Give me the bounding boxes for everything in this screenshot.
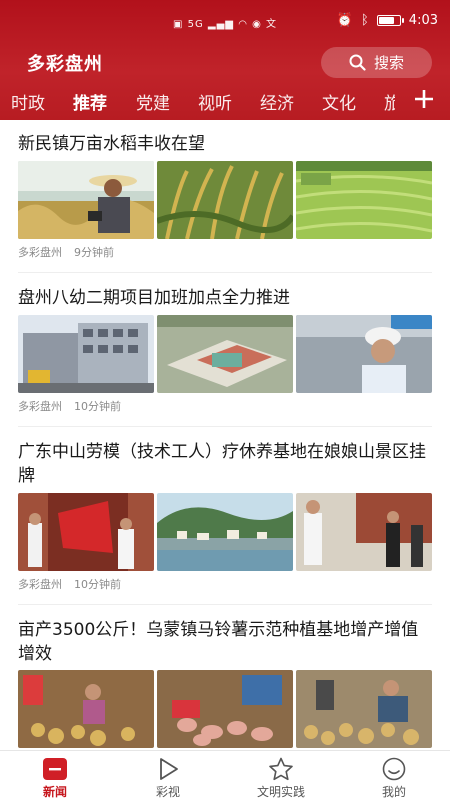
search-label: 搜索 — [373, 54, 404, 72]
article-image[interactable] — [296, 161, 432, 239]
smile-icon — [382, 757, 406, 781]
nav-news[interactable]: 新闻 — [10, 757, 100, 800]
nav-profile-label: 我的 — [381, 785, 406, 799]
tab-shizheng[interactable]: 时政 — [11, 89, 45, 114]
article-image[interactable] — [296, 493, 432, 571]
article-image[interactable] — [157, 161, 293, 239]
article-meta: 多彩盘州 10分钟前 — [18, 398, 121, 414]
tab-strip: 时政 推荐 党建 视听 经济 文化 旅 — [0, 84, 395, 116]
wifi-icon: ◠ — [238, 19, 248, 30]
add-channel-icon[interactable] — [410, 85, 438, 113]
article-image[interactable] — [296, 315, 432, 393]
tab-tuijian[interactable]: 推荐 — [73, 89, 107, 114]
nav-video[interactable]: 彩视 — [123, 757, 213, 800]
bottom-nav: 新闻 彩视 文明实践 我的 — [0, 750, 450, 800]
nav-civilization-label: 文明实践 — [256, 785, 305, 799]
sim-icon: ▣ — [172, 19, 184, 30]
status-bar: ▣ 5G ▂▄▆ ◠ ◉ 文 ⏰ ᛒ 4:03 — [0, 0, 450, 40]
nav-video-label: 彩视 — [155, 785, 180, 799]
vpn-icon: ◉ — [252, 19, 262, 30]
tab-dangjian[interactable]: 党建 — [136, 89, 170, 114]
article-time: 9分钟前 — [74, 246, 114, 259]
translate-icon: 文 — [266, 19, 278, 30]
app-header: ▣ 5G ▂▄▆ ◠ ◉ 文 ⏰ ᛒ 4:03 多彩盘州 搜索 时政 推荐 党建… — [0, 0, 450, 120]
bluetooth-icon: ᛒ — [360, 13, 369, 28]
article-image[interactable] — [157, 670, 293, 748]
tab-wenhua[interactable]: 文化 — [322, 89, 356, 114]
divider — [18, 604, 432, 605]
star-icon — [269, 757, 293, 781]
article-images — [18, 161, 432, 239]
article-time: 10分钟前 — [74, 578, 121, 591]
news-icon — [43, 758, 67, 780]
article-image[interactable] — [18, 161, 154, 239]
tab-jingji[interactable]: 经济 — [260, 89, 294, 114]
news-feed[interactable]: 新民镇万亩水稻丰收在望 多彩盘州 9分钟前 盘州八幼二期项目加班加点全力推进 多… — [0, 120, 450, 750]
app-title: 多彩盘州 — [27, 54, 103, 75]
article-images — [18, 315, 432, 393]
article-image[interactable] — [18, 670, 154, 748]
clock: 4:03 — [408, 13, 438, 28]
category-tabs: 时政 推荐 党建 视听 经济 文化 旅 — [0, 84, 450, 116]
article-images — [18, 493, 432, 571]
article-time: 10分钟前 — [74, 400, 121, 413]
search-icon — [349, 54, 366, 71]
article-source: 多彩盘州 — [18, 246, 62, 259]
play-icon — [160, 758, 178, 780]
article-title[interactable]: 新民镇万亩水稻丰收在望 — [18, 132, 432, 156]
tab-lv[interactable]: 旅 — [384, 89, 395, 114]
signal-icon: ▂▄▆ — [207, 19, 234, 30]
status-right: ⏰ ᛒ 4:03 — [337, 13, 438, 28]
network-type: 5G — [187, 19, 204, 30]
article-image[interactable] — [157, 493, 293, 571]
article-title[interactable]: 亩产3500公斤！乌蒙镇马铃薯示范种植基地增产增值增效 — [18, 618, 432, 666]
article-meta: 多彩盘州 9分钟前 — [18, 244, 114, 260]
article-source: 多彩盘州 — [18, 400, 62, 413]
article-meta: 多彩盘州 10分钟前 — [18, 576, 121, 592]
nav-profile[interactable]: 我的 — [349, 757, 439, 800]
article-image[interactable] — [296, 670, 432, 748]
article-image[interactable] — [18, 493, 154, 571]
divider — [18, 426, 432, 427]
nav-news-label: 新闻 — [42, 785, 67, 799]
nav-civilization[interactable]: 文明实践 — [236, 757, 326, 800]
article-source: 多彩盘州 — [18, 578, 62, 591]
article-title[interactable]: 广东中山劳模（技术工人）疗休养基地在娘娘山景区挂牌 — [18, 440, 432, 488]
divider — [18, 272, 432, 273]
battery-icon — [376, 15, 404, 26]
article-images — [18, 670, 432, 748]
article-image[interactable] — [18, 315, 154, 393]
search-button[interactable]: 搜索 — [321, 47, 432, 78]
alarm-icon: ⏰ — [336, 13, 353, 28]
tab-shiting[interactable]: 视听 — [198, 89, 232, 114]
article-title[interactable]: 盘州八幼二期项目加班加点全力推进 — [18, 286, 432, 310]
article-image[interactable] — [157, 315, 293, 393]
